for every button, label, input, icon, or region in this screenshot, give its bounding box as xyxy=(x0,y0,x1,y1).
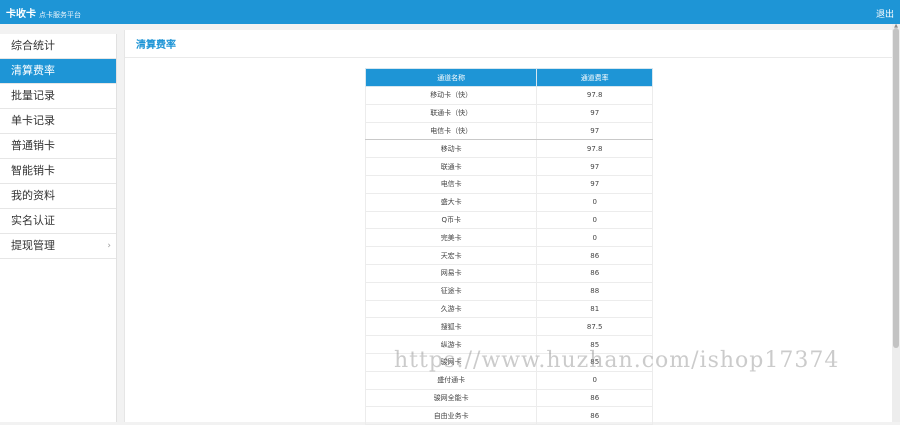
chevron-right-icon: › xyxy=(107,241,111,251)
brand-subtitle: 点卡服务平台 xyxy=(39,11,81,19)
sidebar-item-label: 综合统计 xyxy=(11,39,55,52)
sidebar-item-label: 提现管理 xyxy=(11,239,55,252)
table-row: 骏网全能卡 86 xyxy=(364,389,653,408)
sidebar-item-smart-sell[interactable]: 智能销卡 xyxy=(0,159,116,184)
channel-rate-cell: 97 xyxy=(536,104,653,123)
channel-rate-cell: 88 xyxy=(536,282,653,301)
channel-name-cell: 完美卡 xyxy=(364,228,538,248)
brand-name: 卡收卡 xyxy=(6,9,36,20)
sidebar-item-my-profile[interactable]: 我的资料 xyxy=(0,184,116,209)
brand-logo[interactable]: 卡收卡 点卡服务平台 xyxy=(6,5,81,20)
table-row: 纵游卡 85 xyxy=(364,335,653,354)
channel-rate-cell: 0 xyxy=(536,371,653,390)
table-row: 联通卡（快） 97 xyxy=(364,104,653,123)
table-body: 移动卡（快） 97.8 联通卡（快） 97 电信卡（快） 97 移动卡 97.8 联通卡 97 电信… xyxy=(364,86,653,425)
channel-rate-cell: 85 xyxy=(536,335,653,354)
channel-name-cell: 电信卡 xyxy=(364,175,538,194)
rate-table: 通道名称 通道费率 移动卡（快） 97.8 联通卡（快） 97 电信卡（快） 97 移动卡 9… xyxy=(364,68,653,425)
table-row: 移动卡 97.8 xyxy=(364,139,653,159)
table-row: 完美卡 0 xyxy=(364,228,653,248)
channel-rate-cell: 0 xyxy=(536,228,653,248)
channel-rate-cell: 0 xyxy=(536,211,653,230)
table-row: 盛大卡 0 xyxy=(364,193,653,212)
channel-rate-cell: 86 xyxy=(536,246,653,265)
channel-rate-cell: 86 xyxy=(536,389,653,408)
table-row: 征途卡 88 xyxy=(364,282,653,301)
table-row: 骏网卡 85 xyxy=(364,353,653,372)
vertical-scrollbar[interactable]: ▲ xyxy=(892,24,900,422)
channel-rate-cell: 97 xyxy=(536,175,653,194)
page-title: 清算费率 xyxy=(136,40,176,51)
sidebar-item-settlement-rates[interactable]: 清算费率 xyxy=(0,59,116,84)
channel-rate-cell: 81 xyxy=(536,300,653,319)
sidebar-item-normal-sell[interactable]: 普通销卡 xyxy=(0,134,116,159)
channel-rate-cell: 0 xyxy=(536,193,653,212)
table-row: Q币卡 0 xyxy=(364,211,653,230)
channel-name-cell: 联通卡 xyxy=(364,157,538,176)
channel-name-cell: Q币卡 xyxy=(364,211,538,230)
sidebar-item-overview[interactable]: 综合统计 xyxy=(0,34,116,59)
channel-name-cell: 搜狐卡 xyxy=(364,317,538,337)
channel-name-cell: 联通卡（快） xyxy=(364,104,538,123)
channel-name-cell: 移动卡（快） xyxy=(364,86,538,105)
scroll-thumb[interactable] xyxy=(893,28,899,348)
channel-name-cell: 纵游卡 xyxy=(364,335,538,354)
channel-rate-cell: 85 xyxy=(536,353,653,372)
channel-rate-cell: 97.8 xyxy=(536,139,653,159)
sidebar-item-label: 单卡记录 xyxy=(11,114,55,127)
sidebar-item-single-card-records[interactable]: 单卡记录 xyxy=(0,109,116,134)
channel-rate-cell: 86 xyxy=(536,264,653,283)
channel-name-cell: 天宏卡 xyxy=(364,246,538,265)
table-row: 天宏卡 86 xyxy=(364,246,653,265)
channel-name-cell: 网易卡 xyxy=(364,264,538,283)
main-content: 清算费率 通道名称 通道费率 移动卡（快） 97.8 联通卡（快） 97 电信卡（快） 9… xyxy=(124,30,893,425)
logout-link[interactable]: 退出 xyxy=(876,7,894,20)
channel-rate-cell: 97.8 xyxy=(536,86,653,105)
content-header: 清算费率 xyxy=(125,30,893,58)
sidebar-item-label: 清算费率 xyxy=(11,64,55,77)
top-bar: 卡收卡 点卡服务平台 退出 xyxy=(0,0,900,24)
sidebar: 综合统计 清算费率 批量记录 单卡记录 普通销卡 智能销卡 我的资料 实名认证 … xyxy=(0,34,117,422)
column-header-channel: 通道名称 xyxy=(364,68,538,87)
table-row: 电信卡（快） 97 xyxy=(364,122,653,141)
channel-name-cell: 骏网卡 xyxy=(364,353,538,372)
sidebar-item-label: 实名认证 xyxy=(11,214,55,227)
table-row: 移动卡（快） 97.8 xyxy=(364,86,653,105)
table-row: 久游卡 81 xyxy=(364,300,653,319)
channel-rate-cell: 97 xyxy=(536,157,653,176)
channel-name-cell: 征途卡 xyxy=(364,282,538,301)
sidebar-item-label: 批量记录 xyxy=(11,89,55,102)
table-header-row: 通道名称 通道费率 xyxy=(364,68,653,87)
sidebar-item-withdrawal[interactable]: 提现管理 › xyxy=(0,234,116,259)
table-row: 网易卡 86 xyxy=(364,264,653,283)
table-row: 电信卡 97 xyxy=(364,175,653,194)
channel-rate-cell: 97 xyxy=(536,122,653,141)
channel-name-cell: 久游卡 xyxy=(364,300,538,319)
table-row: 盛付通卡 0 xyxy=(364,371,653,390)
table-row: 搜狐卡 87.5 xyxy=(364,317,653,337)
sidebar-item-label: 普通销卡 xyxy=(11,139,55,152)
sidebar-item-label: 我的资料 xyxy=(11,189,55,202)
channel-rate-cell: 87.5 xyxy=(536,317,653,337)
table-row: 联通卡 97 xyxy=(364,157,653,176)
channel-name-cell: 盛大卡 xyxy=(364,193,538,212)
channel-name-cell: 骏网全能卡 xyxy=(364,389,538,408)
channel-name-cell: 电信卡（快） xyxy=(364,122,538,141)
sidebar-item-batch-records[interactable]: 批量记录 xyxy=(0,84,116,109)
channel-name-cell: 移动卡 xyxy=(364,139,538,159)
column-header-rate: 通道费率 xyxy=(536,68,653,87)
sidebar-item-identity-verification[interactable]: 实名认证 xyxy=(0,209,116,234)
sidebar-item-label: 智能销卡 xyxy=(11,164,55,177)
channel-name-cell: 盛付通卡 xyxy=(364,371,538,390)
